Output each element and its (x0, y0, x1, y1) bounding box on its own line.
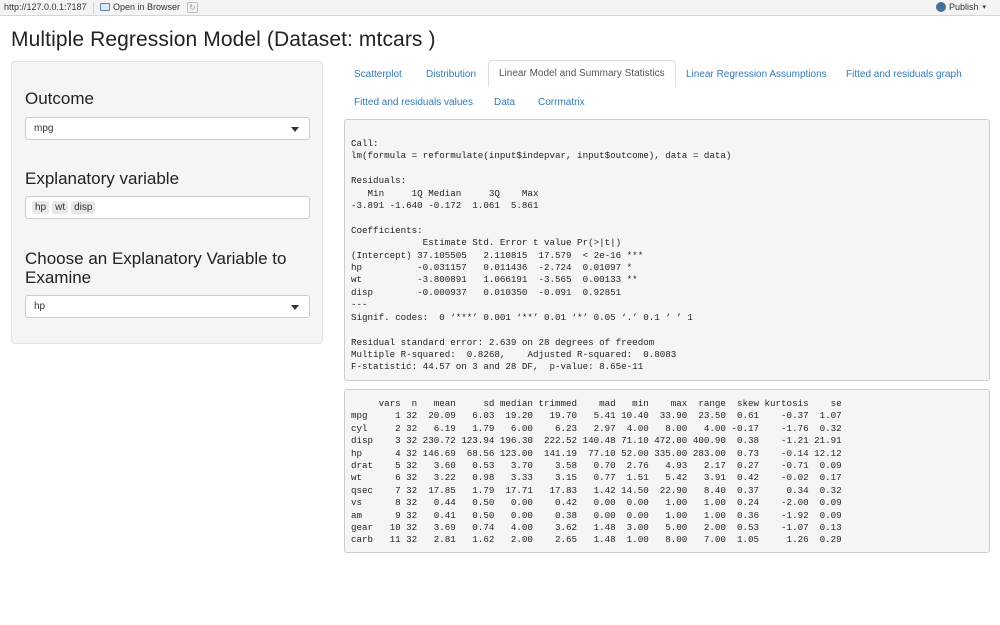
viewer-toolbar: http://127.0.0.1:7187 Open in Browser ↻ … (0, 0, 1000, 16)
outcome-select[interactable]: mpg (25, 117, 310, 140)
tab-corrmatrix[interactable]: Corrmatrix (538, 89, 585, 116)
model-summary-output: Call: lm(formula = reformulate(input$ind… (344, 119, 990, 381)
publish-button[interactable]: Publish ▾ (935, 2, 986, 12)
examine-select-value: hp (34, 301, 46, 312)
summary-statistics-output: vars n mean sd median trimmed mad min ma… (344, 389, 990, 553)
outcome-label: Outcome (25, 89, 94, 108)
examine-select[interactable]: hp (25, 295, 310, 318)
tab-regression-assumptions[interactable]: Linear Regression Assumptions (686, 61, 827, 88)
tab-scatterplot[interactable]: Scatterplot (354, 61, 402, 88)
selected-chip[interactable]: hp (32, 201, 50, 214)
selected-chip[interactable]: wt (52, 201, 69, 214)
publish-label: Publish (948, 2, 979, 12)
browser-window-icon (100, 3, 110, 11)
tab-fitted-residuals-values[interactable]: Fitted and residuals values (354, 89, 473, 116)
examine-label: Choose an Explanatory Variable to Examin… (25, 249, 287, 287)
sidebar-panel: Outcome mpg Explanatory variable hp wt d… (11, 61, 323, 344)
chevron-down-icon: ▾ (982, 4, 986, 11)
explanatory-label: Explanatory variable (25, 169, 180, 188)
explanatory-multiselect[interactable]: hp wt disp (25, 196, 310, 219)
url-text: http://127.0.0.1:7187 (4, 2, 87, 12)
refresh-icon[interactable]: ↻ (187, 2, 198, 13)
page-title: Multiple Regression Model (Dataset: mtca… (11, 28, 436, 51)
outcome-select-value: mpg (34, 123, 54, 134)
publish-icon (935, 2, 946, 12)
tab-fitted-residuals-graph[interactable]: Fitted and residuals graph (846, 61, 962, 88)
tab-linear-model[interactable]: Linear Model and Summary Statistics (488, 60, 676, 87)
chevron-down-icon (291, 305, 299, 310)
open-in-browser-label: Open in Browser (113, 2, 181, 12)
toolbar-divider (93, 2, 94, 14)
tab-data[interactable]: Data (494, 89, 515, 116)
open-in-browser-button[interactable]: Open in Browser (100, 2, 180, 12)
tab-distribution[interactable]: Distribution (426, 61, 476, 88)
chevron-down-icon (291, 127, 299, 132)
selected-chip[interactable]: disp (71, 201, 96, 214)
